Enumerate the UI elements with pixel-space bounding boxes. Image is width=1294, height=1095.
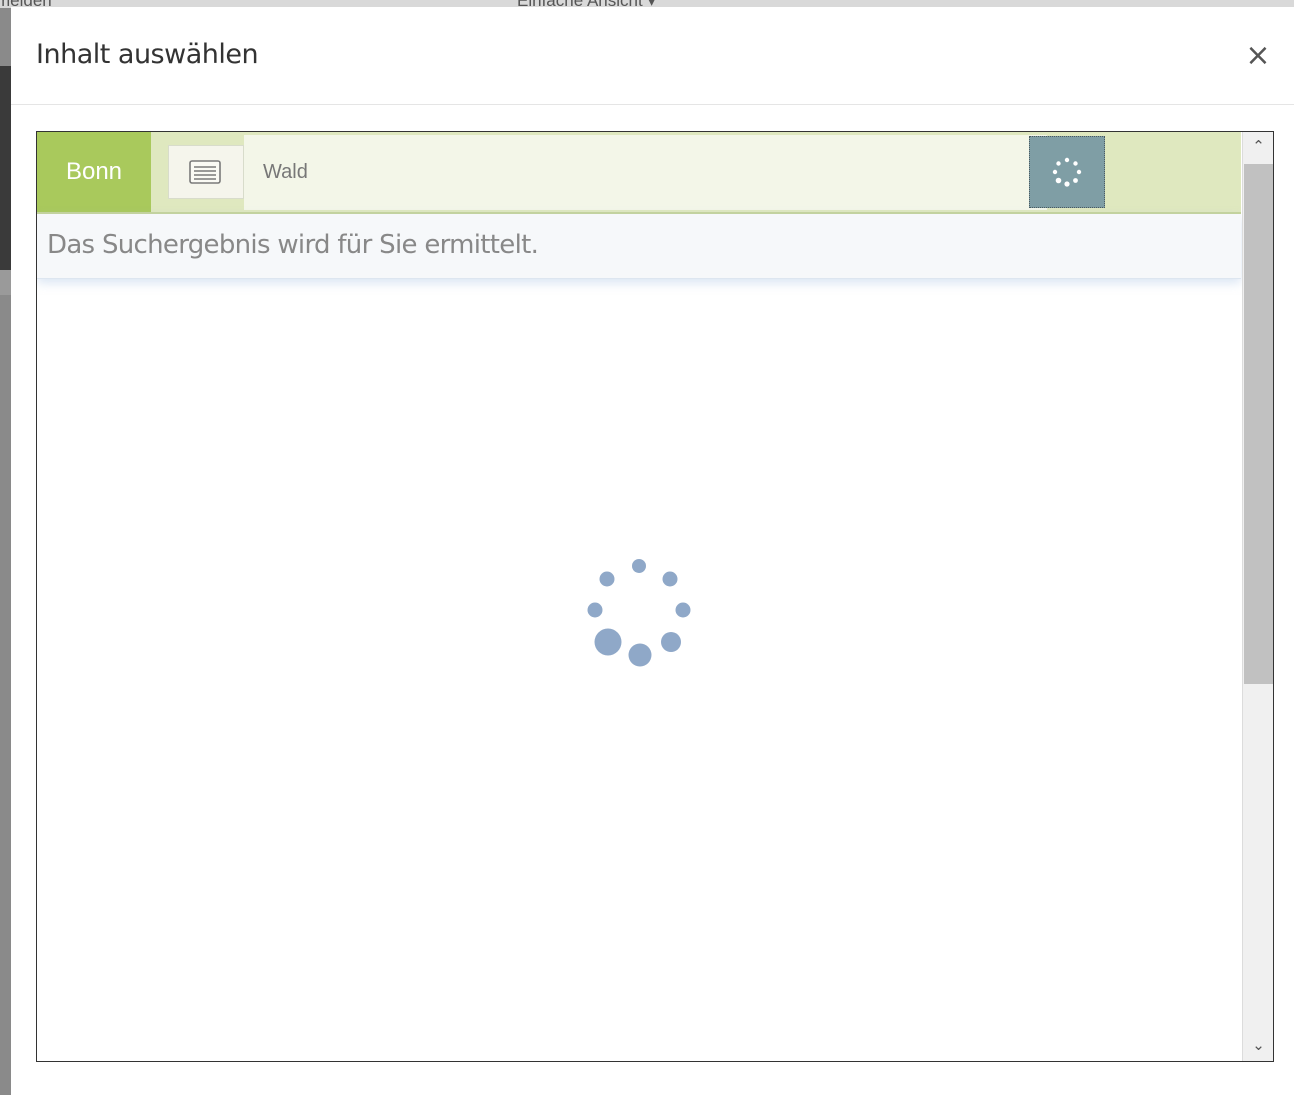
close-button[interactable]: × bbox=[1245, 41, 1271, 71]
background-sidebar-lower bbox=[0, 270, 11, 295]
dialog-title: Inhalt auswählen bbox=[36, 39, 259, 70]
spinner-icon bbox=[1052, 157, 1082, 187]
scroll-down-arrow-icon[interactable]: ⌄ bbox=[1243, 1031, 1273, 1061]
search-button[interactable] bbox=[1029, 136, 1105, 208]
scroll-thumb[interactable] bbox=[1244, 164, 1273, 684]
location-tag[interactable]: Bonn bbox=[37, 132, 151, 212]
list-icon bbox=[189, 160, 221, 184]
dialog-header: Inhalt auswählen × bbox=[11, 7, 1294, 105]
list-view-button[interactable] bbox=[168, 145, 244, 199]
search-input[interactable] bbox=[244, 135, 1047, 210]
scroll-up-arrow-icon[interactable]: ⌃ bbox=[1243, 132, 1273, 162]
status-bar: Das Suchergebnis wird für Sie ermittelt. bbox=[37, 214, 1241, 279]
status-message: Das Suchergebnis wird für Sie ermittelt. bbox=[47, 230, 539, 260]
vertical-scrollbar[interactable]: ⌃ ⌄ bbox=[1242, 132, 1273, 1061]
background-sidebar bbox=[0, 66, 11, 270]
select-content-dialog: Inhalt auswählen × Bonn Wald Das Sucherg… bbox=[11, 7, 1294, 1095]
content-frame: Bonn Wald Das Suchergebnis wird für Sie … bbox=[36, 131, 1274, 1062]
search-bar: Bonn bbox=[37, 132, 1241, 214]
loading-spinner-icon bbox=[587, 559, 691, 667]
